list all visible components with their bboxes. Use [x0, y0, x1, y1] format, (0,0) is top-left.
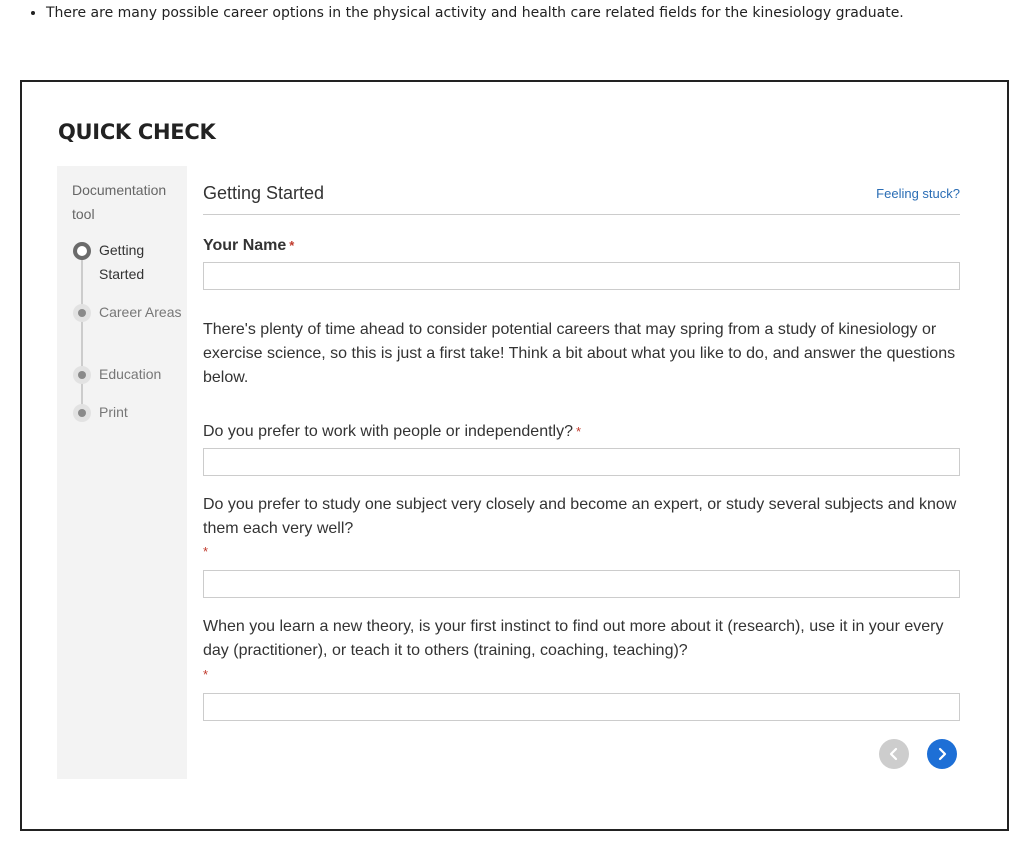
feeling-stuck-link[interactable]: Feeling stuck? [876, 186, 960, 201]
chevron-left-icon [889, 747, 898, 761]
sidebar: Documentation tool Getting Started Caree… [57, 166, 187, 779]
name-input[interactable] [203, 262, 960, 290]
form-header: Getting Started Feeling stuck? [203, 166, 960, 215]
quick-check-panel: QUICK CHECK Documentation tool Getting S… [20, 80, 1009, 831]
required-marker: * [576, 424, 582, 439]
intro-list: There are many possible career options i… [0, 0, 1024, 26]
step-label: Print [99, 404, 128, 420]
chevron-right-icon [938, 747, 947, 761]
required-marker: * [203, 667, 209, 682]
name-label-text: Your Name [203, 237, 287, 254]
step-indicator-icon [73, 366, 91, 384]
step-list: Getting Started Career Areas Education P… [57, 166, 187, 779]
step-indicator-icon [73, 304, 91, 322]
required-marker: * [203, 544, 209, 559]
required-marker: * [289, 238, 295, 253]
question-2-input[interactable] [203, 570, 960, 598]
question-1-text: Do you prefer to work with people or ind… [203, 423, 573, 440]
step-label: Career Areas [99, 304, 182, 320]
step-active-indicator-icon [73, 242, 91, 260]
step-label: Getting Started [99, 242, 145, 282]
question-3-label: When you learn a new theory, is your fir… [203, 618, 944, 659]
section-title: Getting Started [203, 183, 325, 203]
name-label: Your Name * [203, 234, 960, 258]
question-3-input[interactable] [203, 693, 960, 721]
question-2-label: Do you prefer to study one subject very … [203, 496, 957, 537]
quick-check-title: QUICK CHECK [58, 120, 216, 144]
next-button[interactable] [927, 739, 957, 769]
previous-button[interactable] [879, 739, 909, 769]
intro-paragraph: There's plenty of time ahead to consider… [203, 321, 956, 386]
question-1-input[interactable] [203, 448, 960, 476]
question-1-label: Do you prefer to work with people or ind… [203, 420, 960, 444]
intro-bullet: There are many possible career options i… [46, 0, 1024, 26]
step-label: Education [99, 366, 162, 382]
step-indicator-icon [73, 404, 91, 422]
